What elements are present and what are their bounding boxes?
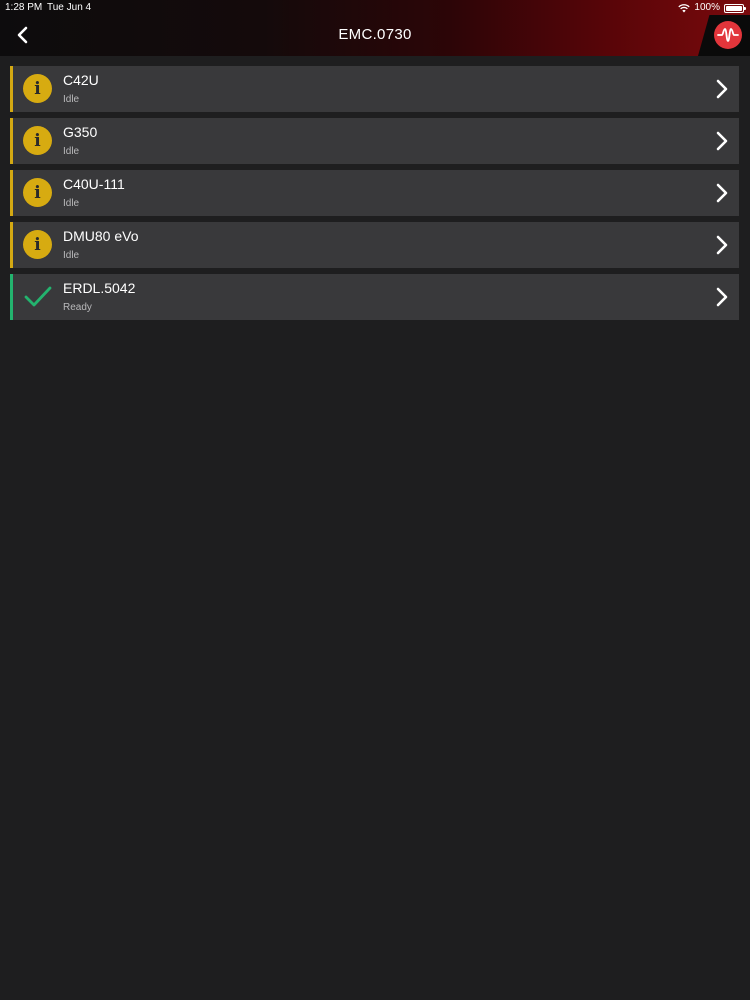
checkmark-icon (23, 282, 52, 311)
machine-name: G350 (63, 124, 98, 140)
status-date: Tue Jun 4 (47, 2, 92, 13)
chevron-right-icon (716, 183, 728, 203)
machine-status: Idle (63, 250, 80, 261)
status-time: 1:28 PM (5, 2, 43, 13)
chevron-right-icon (716, 287, 728, 307)
machine-row[interactable]: ERDL.5042 Ready (10, 274, 739, 320)
machine-name: C40U-111 (63, 176, 125, 192)
waveform-logo-icon (717, 28, 739, 42)
info-icon: i (23, 178, 52, 207)
machine-name: C42U (63, 72, 99, 88)
machine-row[interactable]: i G350 Idle (10, 118, 739, 164)
machine-list: i C42U Idle i G350 Idle i C40U-111 Idle i DMU80 eV… (10, 66, 739, 326)
navigation-header: 1:28 PM Tue Jun 4 100% EMC.0730 (0, 0, 750, 56)
machine-name: DMU80 eVo (63, 228, 139, 244)
machine-row[interactable]: i C42U Idle (10, 66, 739, 112)
info-icon: i (23, 74, 52, 103)
chevron-right-icon (716, 131, 728, 151)
machine-row[interactable]: i C40U-111 Idle (10, 170, 739, 216)
chevron-right-icon (716, 235, 728, 255)
machine-status: Idle (63, 94, 80, 105)
battery-percent: 100% (694, 2, 720, 13)
wifi-icon (678, 4, 691, 13)
status-indicators: 100% (678, 0, 746, 16)
battery-icon (724, 3, 746, 13)
chevron-right-icon (716, 79, 728, 99)
machine-row[interactable]: i DMU80 eVo Idle (10, 222, 739, 268)
machine-status: Ready (63, 302, 92, 313)
status-bar: 1:28 PM Tue Jun 4 100% (0, 0, 750, 16)
info-icon: i (23, 230, 52, 259)
app-logo-button[interactable] (714, 21, 742, 49)
machine-status: Idle (63, 146, 80, 157)
machine-name: ERDL.5042 (63, 280, 136, 296)
page-title: EMC.0730 (338, 26, 412, 43)
machine-status: Idle (63, 198, 80, 209)
info-icon: i (23, 126, 52, 155)
